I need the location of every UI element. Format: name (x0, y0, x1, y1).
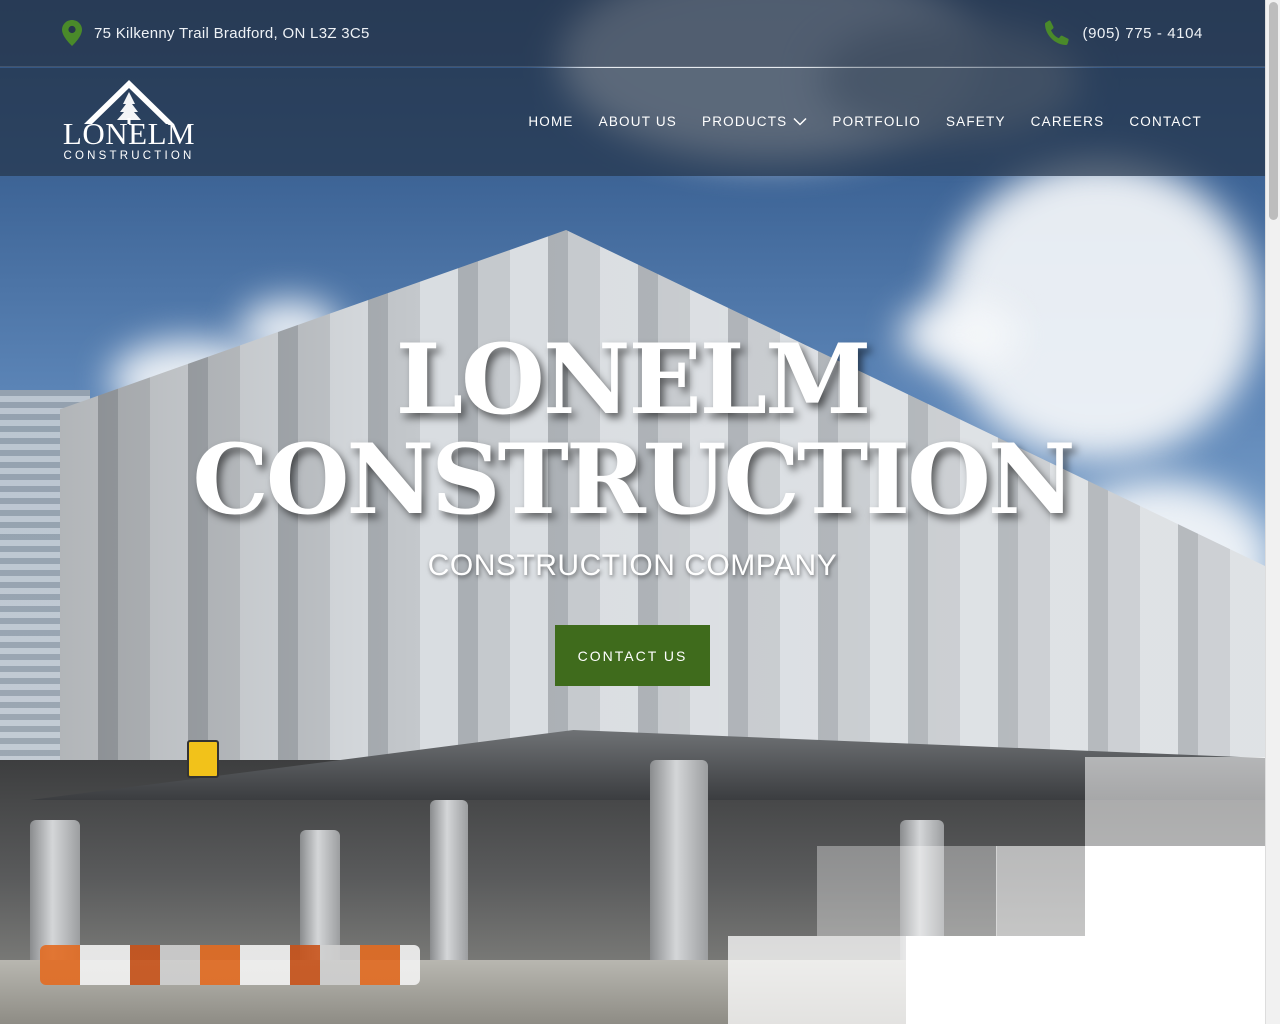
contact-us-button[interactable]: CONTACT US (555, 625, 710, 686)
nav-portfolio-label: PORTFOLIO (832, 114, 921, 129)
pillar (430, 800, 468, 970)
nav-about-us-label: ABOUT US (598, 114, 678, 129)
decor-block (817, 846, 997, 936)
clearance-sign (187, 740, 219, 778)
company-logo[interactable]: LONELM CONSTRUCTION (62, 78, 196, 170)
phone-block[interactable]: (905) 775 - 4104 (1044, 20, 1203, 46)
scrollbar-thumb[interactable] (1269, 2, 1278, 220)
nav-safety-label: SAFETY (945, 114, 1006, 129)
address-text: 75 Kilkenny Trail Bradford, ON L3Z 3C5 (94, 24, 370, 42)
pillar (650, 760, 708, 980)
hero-title-line2: CONSTRUCTION (192, 423, 1075, 536)
decor-block (1085, 757, 1265, 847)
nav-careers-label: CAREERS (1030, 114, 1105, 129)
nav-safety[interactable]: SAFETY (946, 114, 1006, 129)
nav-about-us[interactable]: ABOUT US (599, 114, 677, 129)
hero-subtitle: CONSTRUCTION COMPANY (427, 549, 838, 582)
page-scrollbar[interactable] (1265, 0, 1280, 1024)
nav-contact-label: CONTACT (1129, 114, 1202, 129)
decor-block (906, 936, 1086, 1024)
map-pin-icon (62, 20, 82, 46)
nav-home[interactable]: HOME (528, 114, 573, 129)
nav-products[interactable]: PRODUCTS (702, 114, 807, 129)
phone-icon (1045, 20, 1070, 45)
nav-home-label: HOME (528, 114, 574, 129)
nav-portfolio[interactable]: PORTFOLIO (832, 114, 921, 129)
nav-careers[interactable]: CAREERS (1031, 114, 1105, 129)
logo-wordmark: LONELM (62, 116, 196, 151)
main-navbar: LONELM CONSTRUCTION HOME ABOUT US PRODUC… (0, 68, 1265, 176)
hero-title: LONELM CONSTRUCTION (0, 330, 1265, 530)
nav-products-label: PRODUCTS (702, 114, 788, 129)
nav-contact[interactable]: CONTACT (1129, 114, 1202, 129)
phone-number[interactable]: (905) 775 - 4104 (1082, 25, 1203, 42)
address-block: 75 Kilkenny Trail Bradford, ON L3Z 3C5 (62, 20, 370, 46)
primary-nav: HOME ABOUT US PRODUCTS PORTFOLIO SAFETY … (528, 114, 1202, 129)
hero-title-line1: LONELM (395, 323, 872, 436)
decor-block (1085, 846, 1265, 1024)
decor-block (728, 936, 908, 1024)
top-info-bar: 75 Kilkenny Trail Bradford, ON L3Z 3C5 (… (0, 0, 1265, 67)
parked-vehicles (40, 945, 420, 985)
decor-block (996, 846, 1086, 936)
logo-subtitle: CONSTRUCTION (63, 150, 195, 162)
chevron-down-icon (793, 117, 807, 126)
